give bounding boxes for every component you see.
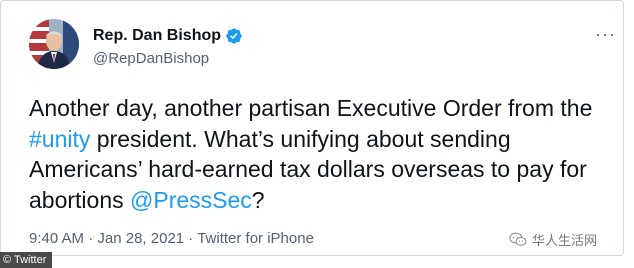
- watermark-label: 华人生活网: [532, 233, 598, 248]
- timestamp-date[interactable]: Jan 28, 2021: [97, 230, 184, 247]
- watermark: 华人生活网: [509, 230, 597, 249]
- avatar[interactable]: [29, 19, 79, 69]
- separator-dot: ·: [84, 230, 98, 247]
- tweet-text-part: ?: [251, 186, 265, 213]
- tweet-card: Rep. Dan Bishop @RepDanBishop ··· Anothe…: [0, 0, 624, 256]
- tweet-source[interactable]: Twitter for iPhone: [197, 230, 314, 247]
- timestamp-time[interactable]: 9:40 AM: [29, 230, 84, 247]
- mention-link[interactable]: @PressSec: [130, 187, 252, 213]
- author-handle[interactable]: @RepDanBishop: [93, 50, 209, 67]
- author-name[interactable]: Rep. Dan Bishop: [93, 27, 243, 45]
- tweet-text-part: Another day, another partisan Executive …: [29, 95, 593, 121]
- tweet-metadata: 9:40 AM · Jan 28, 2021 · Twitter for iPh…: [29, 230, 314, 247]
- author-name-label: Rep. Dan Bishop: [93, 27, 222, 44]
- hashtag-link[interactable]: #unity: [29, 126, 90, 152]
- avatar-image: [29, 19, 79, 69]
- tweet-text-part: president. What’s unifying about sending…: [29, 125, 587, 213]
- verified-check-icon: [226, 28, 242, 44]
- separator-dot: ·: [184, 230, 198, 247]
- tweet-text: Another day, another partisan Executive …: [29, 93, 619, 215]
- more-options-icon[interactable]: ···: [595, 25, 616, 43]
- image-credit: © Twitter: [0, 252, 53, 268]
- wechat-icon: [509, 232, 527, 246]
